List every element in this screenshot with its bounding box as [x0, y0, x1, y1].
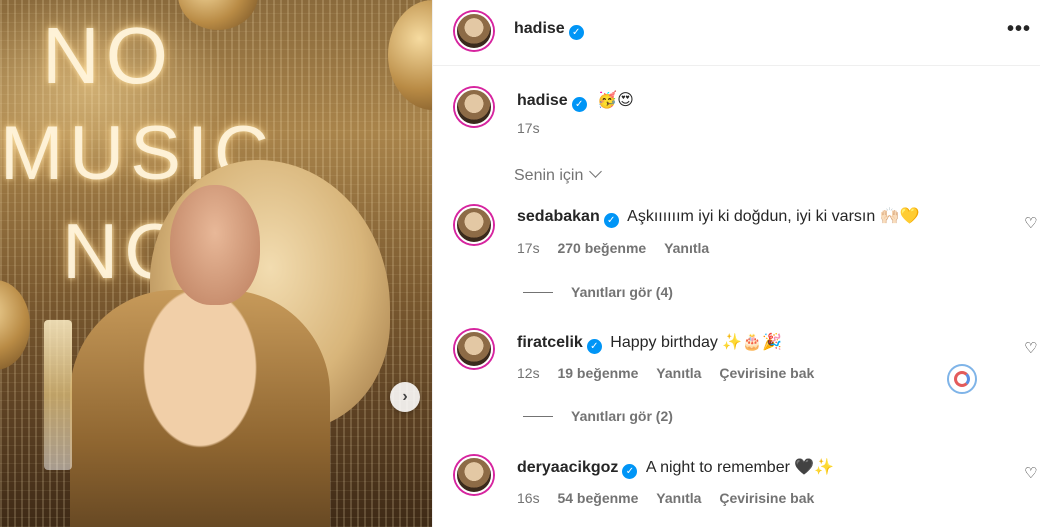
comment-text: Aşkıııııım iyi ki doğdun, iyi ki varsın …	[627, 208, 920, 225]
heart-icon[interactable]: ♡	[1024, 466, 1038, 481]
post-photo[interactable]: NO MUSIC NO ›	[0, 0, 432, 527]
reply-button[interactable]: Yanıtla	[656, 490, 701, 506]
view-replies-label: Yanıtları gör (4)	[571, 284, 673, 300]
neon-sign-line: NO	[42, 11, 174, 100]
heart-icon[interactable]: ♡	[1024, 216, 1038, 231]
chevron-right-icon[interactable]: ›	[390, 382, 420, 412]
view-replies-button[interactable]: Yanıtları gör (4)	[523, 284, 673, 300]
reply-button[interactable]: Yanıtla	[656, 365, 701, 381]
verified-badge-icon: ✓	[603, 213, 619, 228]
comment-sort-dropdown[interactable]: Senin için	[514, 165, 603, 185]
replies-divider	[523, 292, 553, 293]
photo-subject-body	[70, 290, 330, 527]
comment-text: A night to remember 🖤✨	[645, 459, 835, 476]
heart-icon[interactable]: ♡	[1024, 341, 1038, 356]
caption-avatar[interactable]	[455, 88, 493, 126]
comment-text: Happy birthday ✨🎂🎉	[610, 334, 783, 351]
comment-likes[interactable]: 54 beğenme	[557, 490, 638, 506]
caption-author-name[interactable]: hadise	[517, 92, 568, 109]
post-author[interactable]: hadise ✓	[514, 20, 584, 40]
caption-line: hadise ✓ 🥳😍	[517, 90, 634, 112]
comment-likes[interactable]: 19 beğenme	[557, 365, 638, 381]
comment-text-line: firatcelik ✓ Happy birthday ✨🎂🎉	[517, 332, 782, 354]
comment-actions: 12s 19 beğenme Yanıtla Çevirisine bak	[517, 365, 828, 381]
see-translation-button[interactable]: Çevirisine bak	[719, 365, 814, 381]
comment-actions: 17s 270 beğenme Yanıtla	[517, 240, 723, 256]
post-details-panel: hadise ✓ ••• hadise ✓ 🥳😍 17s Senin için se…	[432, 0, 1040, 527]
comment-avatar[interactable]	[455, 206, 493, 244]
verified-badge-icon: ✓	[568, 25, 584, 40]
view-replies-button[interactable]: Yanıtları gör (2)	[523, 408, 673, 424]
post-author-name[interactable]: hadise	[514, 20, 565, 37]
comment-avatar[interactable]	[455, 330, 493, 368]
comment-username[interactable]: firatcelik	[517, 334, 583, 351]
caption-time: 17s	[517, 120, 540, 136]
photo-subject-face	[170, 185, 260, 305]
comment-time: 16s	[517, 490, 540, 506]
comment-time: 12s	[517, 365, 540, 381]
view-replies-label: Yanıtları gör (2)	[571, 408, 673, 424]
comment-likes[interactable]: 270 beğenme	[557, 240, 646, 256]
comment-text-line: sedabakan ✓ Aşkıııııım iyi ki doğdun, iyi…	[517, 206, 920, 228]
reply-button[interactable]: Yanıtla	[664, 240, 709, 256]
comment-username[interactable]: deryaacikgoz	[517, 459, 618, 476]
comment-username[interactable]: sedabakan	[517, 208, 600, 225]
verified-badge-icon: ✓	[622, 464, 638, 479]
comment-time: 17s	[517, 240, 540, 256]
comment-actions: 16s 54 beğenme Yanıtla Çevirisine bak	[517, 490, 828, 506]
avatar[interactable]	[455, 12, 493, 50]
comment-text-line: deryaacikgoz ✓ A night to remember 🖤✨	[517, 457, 834, 479]
caption-text: 🥳😍	[597, 92, 634, 109]
see-translation-button[interactable]: Çevirisine bak	[719, 490, 814, 506]
post-header: hadise ✓ •••	[433, 0, 1040, 66]
comment-avatar[interactable]	[455, 456, 493, 494]
champagne-glass	[44, 320, 72, 470]
verified-badge-icon: ✓	[571, 97, 587, 112]
verified-badge-icon: ✓	[586, 339, 602, 354]
chevron-down-icon	[589, 165, 603, 178]
refresh-icon[interactable]	[947, 364, 977, 394]
more-options-icon[interactable]: •••	[1007, 18, 1031, 41]
replies-divider	[523, 416, 553, 417]
comment-sort-label: Senin için	[514, 167, 584, 184]
